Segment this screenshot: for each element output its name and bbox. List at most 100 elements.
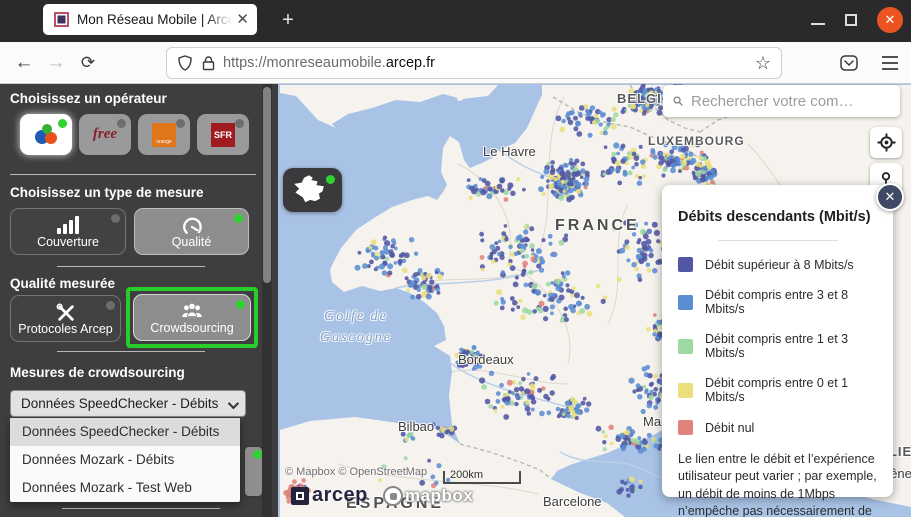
map-label: Bordeaux <box>458 352 514 367</box>
arcep-favicon-icon <box>54 12 69 27</box>
quality-selected-dot <box>236 300 245 309</box>
commune-search-box[interactable] <box>663 85 900 117</box>
measure-dot <box>111 214 120 223</box>
measurement-dot <box>449 430 455 436</box>
divider <box>62 508 220 509</box>
hidden-button-dot <box>253 450 262 459</box>
dropdown-option[interactable]: Données Mozark - Test Web <box>10 474 240 502</box>
tools-icon <box>11 303 120 323</box>
operator-free-button[interactable]: free <box>79 114 131 155</box>
scale-label: 200km <box>450 469 483 481</box>
window-maximize-button[interactable] <box>845 14 857 26</box>
mapbox-logo[interactable]: mapbox <box>383 486 473 506</box>
legend-note: Le lien entre le débit et l’expérience u… <box>678 451 877 517</box>
measurement-dot <box>436 426 440 430</box>
mapbox-logo-icon <box>383 486 403 506</box>
operator-dot <box>235 119 244 128</box>
orange-logo: orange <box>152 123 176 147</box>
url-text: https://monreseaumobile.arcep.fr <box>223 55 755 71</box>
operator-orange-button[interactable]: orange <box>138 114 190 155</box>
signal-bars-icon <box>11 216 125 234</box>
operator-selected-dot <box>58 119 67 128</box>
window-close-button[interactable]: ✕ <box>877 7 903 33</box>
map-label: FRANCE <box>555 217 640 235</box>
protocoles-arcep-button[interactable]: Protocoles Arcep <box>10 295 121 342</box>
operator-heading: Choisissez un opérateur <box>10 91 167 106</box>
crowdsourcing-select[interactable]: Données SpeedChecker - Débits <box>10 390 246 417</box>
legend-swatch <box>678 257 693 272</box>
legend-item: Débit supérieur à 8 Mbits/s <box>678 257 877 272</box>
browser-toolbar: ← → ⟳ https://monreseaumobile.arcep.fr ☆ <box>0 42 911 84</box>
legend-item: Débit compris entre 1 et 3 Mbits/s <box>678 332 877 360</box>
legend-swatch <box>678 295 693 310</box>
couverture-button[interactable]: Couverture <box>10 208 126 255</box>
sidebar-scrollbar-track[interactable] <box>262 84 272 517</box>
legend-divider <box>718 240 838 241</box>
crowdsourcing-button[interactable]: Crowdsourcing <box>133 294 251 341</box>
arcep-logo[interactable]: arcep <box>291 484 368 507</box>
quality-heading: Qualité mesurée <box>10 276 115 291</box>
tab-close-icon[interactable]: ✕ <box>236 12 249 27</box>
dropdown-option[interactable]: Données SpeedChecker - Débits <box>10 418 240 446</box>
window-titlebar: Mon Réseau Mobile | Arcep ✕ + ✕ <box>0 0 911 42</box>
forward-button[interactable]: → <box>40 52 72 74</box>
legend-close-button[interactable]: ✕ <box>876 183 904 211</box>
gauge-icon <box>135 216 248 236</box>
url-bar[interactable]: https://monreseaumobile.arcep.fr ☆ <box>166 47 782 79</box>
crowdsourcing-heading: Mesures de crowdsourcing <box>10 365 185 380</box>
dropdown-option[interactable]: Données Mozark - Débits <box>10 446 240 474</box>
map-label: Le Havre <box>483 144 536 159</box>
legend-title: Débits descendants (Mbit/s) <box>678 209 877 225</box>
chevron-down-icon <box>228 398 239 409</box>
browser-tab[interactable]: Mon Réseau Mobile | Arcep ✕ <box>43 4 257 35</box>
map-label: LUXEMBOURG <box>648 134 745 148</box>
legend-swatch <box>678 339 693 354</box>
map-attribution: © Mapbox © OpenStreetMap <box>285 466 427 478</box>
map-canvas[interactable]: BELGIQUELUXEMBOURGFRANCEITALIEESPAGNELe … <box>278 84 911 517</box>
lock-icon[interactable] <box>202 56 215 71</box>
filters-sidebar: Choisissez un opérateur free orange SFR <box>0 84 278 517</box>
search-icon <box>673 93 683 109</box>
bookmark-star-icon[interactable]: ☆ <box>755 53 771 74</box>
divider <box>57 351 205 352</box>
operator-dot <box>117 119 126 128</box>
legend-item: Débit compris entre 3 et 8 Mbits/s <box>678 288 877 316</box>
legend-item: Débit compris entre 0 et 1 Mbits/s <box>678 376 877 404</box>
geolocate-target-icon <box>877 133 896 152</box>
back-button[interactable]: ← <box>8 52 40 74</box>
legend-swatch <box>678 383 693 398</box>
map-scale-bar: 200km <box>443 471 521 484</box>
measurement-dot <box>438 427 442 431</box>
pocket-icon[interactable] <box>839 53 859 73</box>
france-silhouette-icon <box>292 174 326 206</box>
operator-sfr-button[interactable]: SFR <box>197 114 249 155</box>
measure-selected-dot <box>234 214 243 223</box>
metropolitan-france-button[interactable] <box>283 168 342 212</box>
geolocate-button[interactable] <box>870 127 902 158</box>
sfr-logo: SFR <box>211 123 235 147</box>
measurement-dot <box>445 430 449 434</box>
commune-search-input[interactable] <box>691 93 890 110</box>
reload-button[interactable]: ⟳ <box>72 53 104 73</box>
legend-panel: Débits descendants (Mbit/s) Débit supéri… <box>662 185 893 497</box>
operator-bouygues-button[interactable] <box>20 114 72 155</box>
crowdsourcing-dropdown-menu: Données SpeedChecker - DébitsDonnées Moz… <box>10 418 240 502</box>
browser-window: Mon Réseau Mobile | Arcep ✕ + ✕ ← → ⟳ ht… <box>0 0 911 517</box>
qualite-button[interactable]: Qualité <box>134 208 249 255</box>
tracking-shield-icon[interactable] <box>177 55 193 71</box>
menu-hamburger-icon[interactable] <box>881 55 899 71</box>
legend-swatch <box>678 420 693 435</box>
map-label: Golfe deGascogne <box>320 306 392 348</box>
new-tab-button[interactable]: + <box>276 9 300 33</box>
sidebar-scrollbar-thumb[interactable] <box>263 87 271 283</box>
operator-dot <box>176 119 185 128</box>
measurement-dot <box>440 427 446 433</box>
people-icon <box>134 302 250 321</box>
map-label: Bilbao <box>398 419 434 434</box>
measurement-dot <box>442 426 446 430</box>
map-label: Barcelone <box>543 494 602 509</box>
window-minimize-button[interactable] <box>811 23 825 25</box>
select-value: Données SpeedChecker - Débits <box>21 396 218 411</box>
france-selected-dot <box>326 175 335 184</box>
measurement-dot <box>447 429 451 433</box>
